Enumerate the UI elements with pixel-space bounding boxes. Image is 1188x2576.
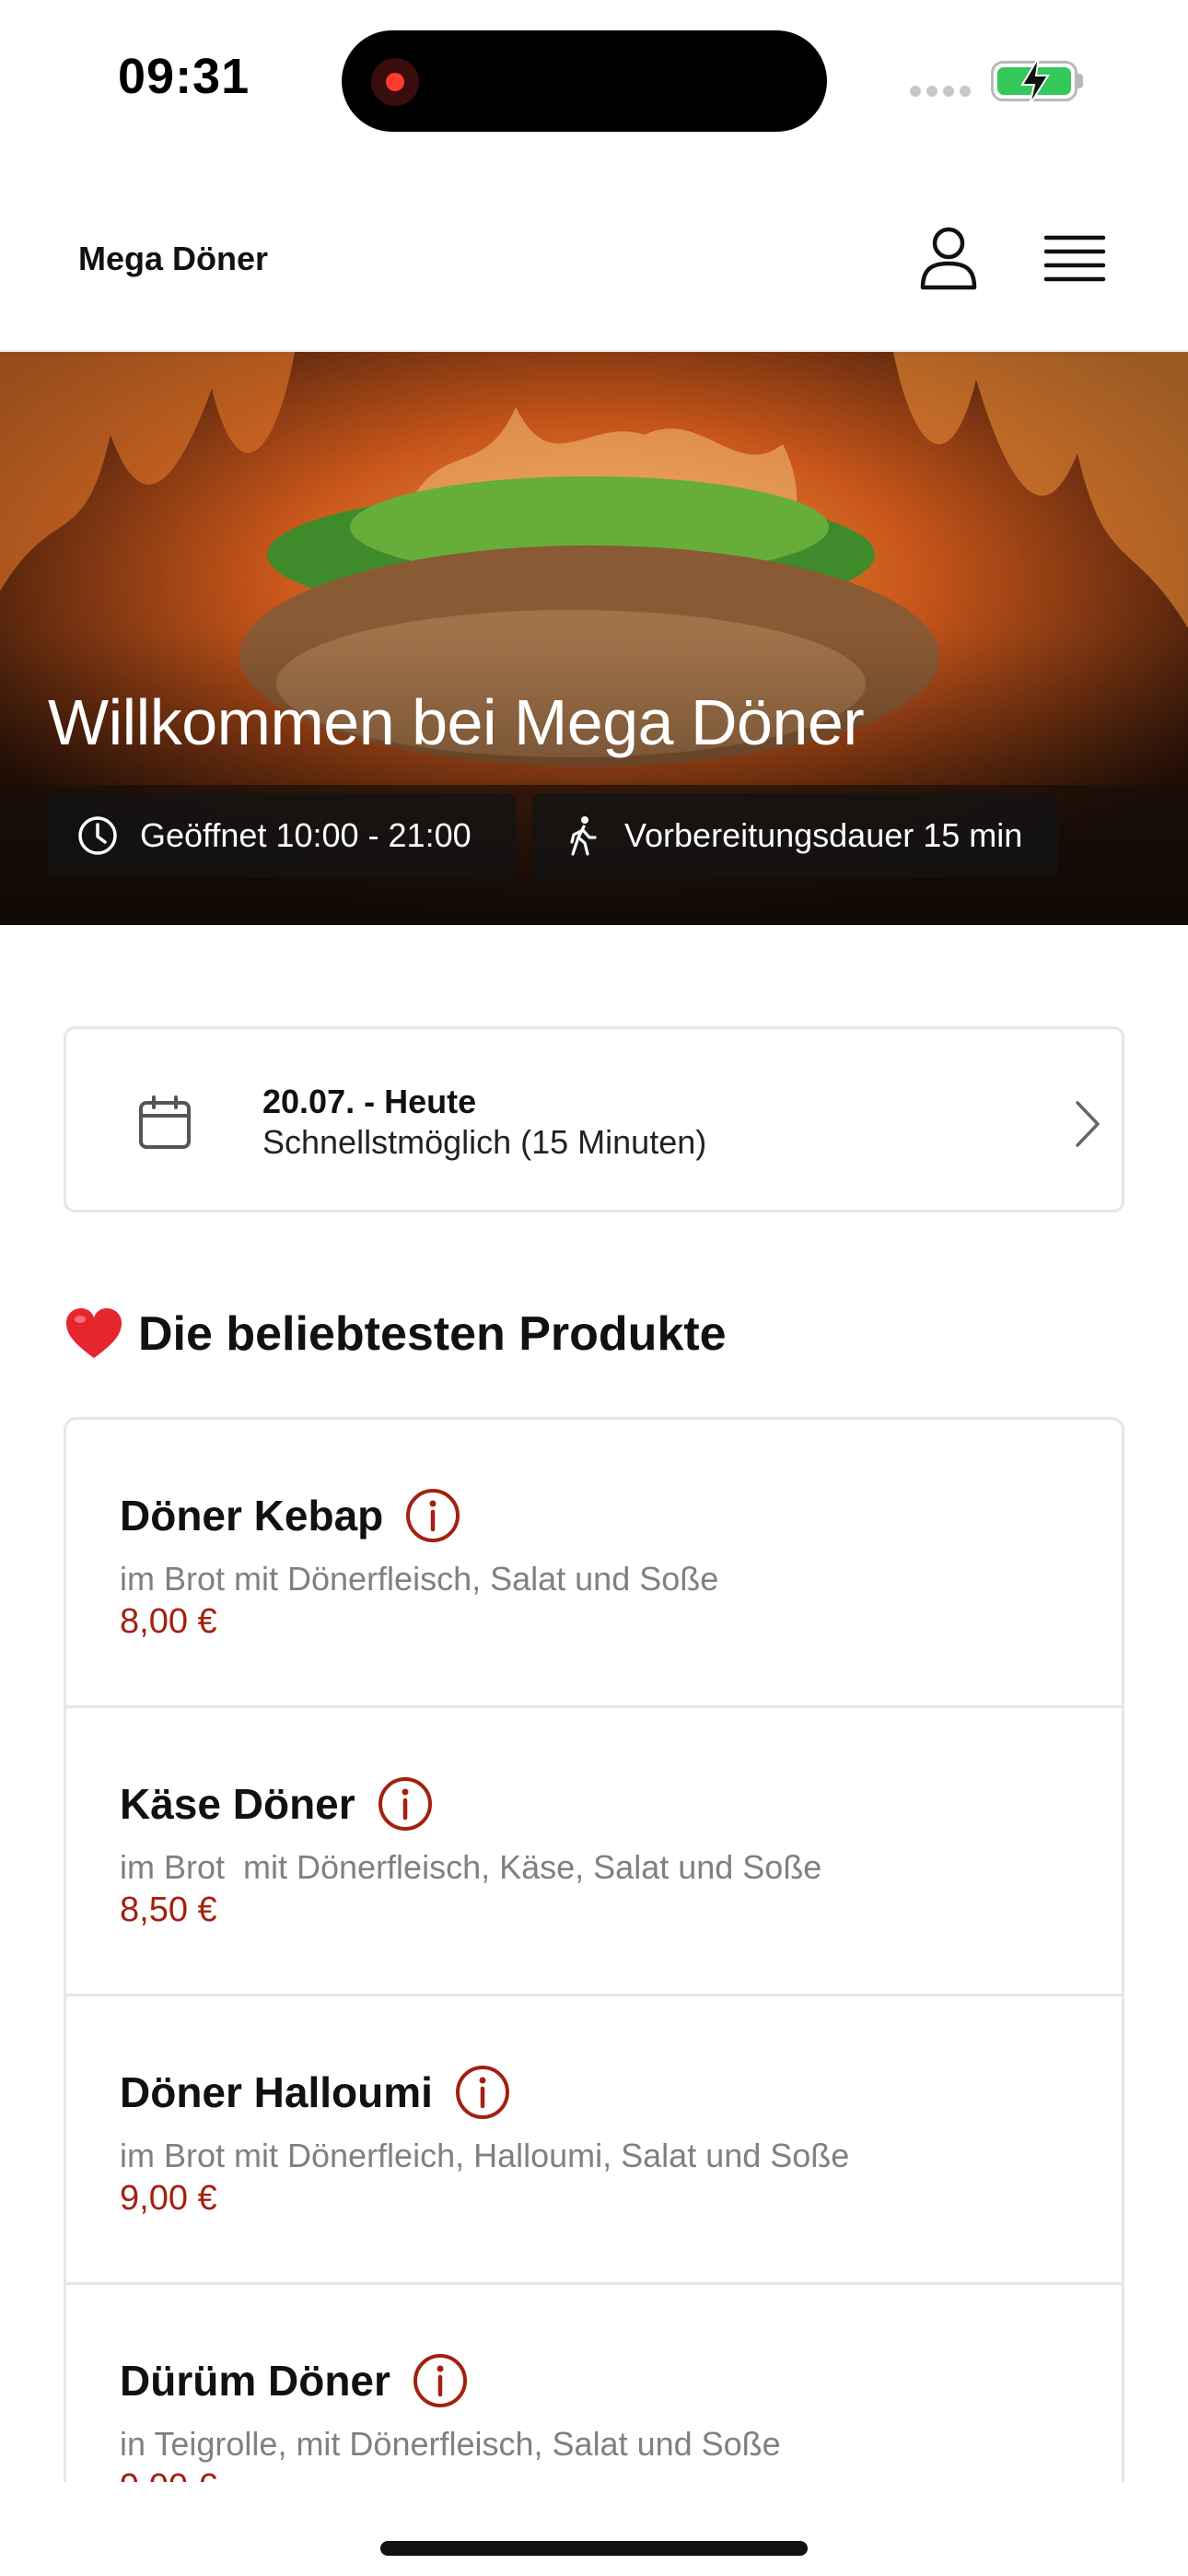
clock-icon — [78, 816, 117, 855]
product-name: Döner Halloumi — [120, 2068, 433, 2116]
brand-name[interactable]: Mega Döner — [78, 240, 268, 278]
dynamic-island — [342, 30, 827, 132]
product-card[interactable]: Käse Döner im Brot mit Dönerfleisch, Käs… — [66, 1708, 1122, 1996]
pickup-date: 20.07. - Heute — [262, 1083, 477, 1120]
charging-bolt-icon — [1020, 56, 1050, 106]
pickup-time-selector[interactable]: 20.07. - Heute Schnellstmöglich (15 Minu… — [64, 1026, 1124, 1212]
status-bar: 09:31 — [0, 0, 1188, 157]
product-name: Döner Kebap — [120, 1492, 384, 1540]
product-price: 8,00 € — [120, 1602, 217, 1641]
opening-hours-badge: Geöffnet 10:00 - 21:00 — [48, 793, 516, 878]
product-description: im Brot mit Dönerfleisch, Käse, Salat un… — [120, 1848, 822, 1886]
hero-banner: Willkommen bei Mega Döner Geöffnet 10:00… — [0, 352, 1188, 925]
product-card[interactable]: Döner Halloumi im Brot mit Dönerfleich, … — [66, 1996, 1122, 2285]
calendar-icon — [139, 1095, 191, 1149]
app-header: Mega Döner — [0, 157, 1188, 352]
recording-indicator-icon — [371, 58, 419, 106]
prep-time-text: Vorbereitungsdauer 15 min — [624, 816, 1023, 854]
product-card[interactable]: Dürüm Döner in Teigrolle, mit Dönerfleis… — [66, 2285, 1122, 2482]
account-icon[interactable] — [912, 221, 985, 295]
product-price: 8,50 € — [120, 1891, 217, 1929]
product-name: Dürüm Döner — [120, 2357, 390, 2405]
home-indicator[interactable] — [380, 2541, 808, 2556]
popular-products-title: Die beliebtesten Produkte — [138, 1307, 727, 1361]
heart-icon — [66, 1308, 122, 1358]
cellular-signal-icon — [910, 86, 971, 97]
product-list: Döner Kebap im Brot mit Dönerfleisch, Sa… — [64, 1417, 1124, 2482]
product-name: Käse Döner — [120, 1780, 355, 1828]
product-price: 9,00 € — [120, 2179, 217, 2218]
status-time: 09:31 — [118, 49, 250, 104]
info-icon[interactable] — [411, 2351, 470, 2410]
product-card[interactable]: Döner Kebap im Brot mit Dönerfleisch, Sa… — [66, 1420, 1122, 1708]
opening-hours-text: Geöffnet 10:00 - 21:00 — [140, 816, 472, 854]
hero-title: Willkommen bei Mega Döner — [48, 686, 865, 758]
chevron-right-icon — [1076, 1101, 1100, 1147]
product-description: im Brot mit Dönerfleich, Halloumi, Salat… — [120, 2137, 850, 2174]
product-description: im Brot mit Dönerfleisch, Salat und Soße — [120, 1560, 719, 1598]
info-icon[interactable] — [403, 1486, 462, 1545]
product-price: 9,00 € — [120, 2467, 217, 2482]
product-description: in Teigrolle, mit Dönerfleisch, Salat un… — [120, 2425, 781, 2463]
info-icon[interactable] — [376, 1774, 435, 1833]
prep-time-badge: Vorbereitungsdauer 15 min — [532, 793, 1058, 878]
info-icon[interactable] — [453, 2063, 512, 2122]
pickup-time: Schnellstmöglich (15 Minuten) — [262, 1123, 707, 1161]
popular-products-heading: Die beliebtesten Produkte — [64, 1306, 727, 1362]
walking-person-icon — [570, 816, 597, 856]
menu-icon[interactable] — [1039, 223, 1111, 295]
